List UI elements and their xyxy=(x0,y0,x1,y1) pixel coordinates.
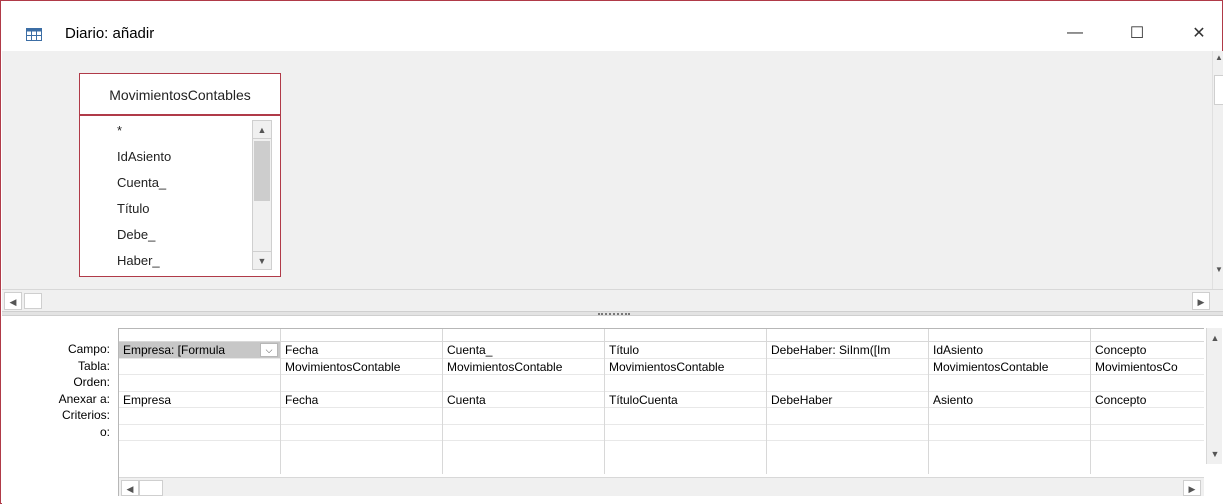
row-label-campo: Campo: xyxy=(67,342,110,356)
grid-cell-campo[interactable]: Fecha xyxy=(281,342,442,359)
row-label-anexar: Anexar a: xyxy=(58,391,110,406)
grid-cell-anexar[interactable]: TítuloCuenta xyxy=(605,392,766,408)
row-label-o: o: xyxy=(99,424,110,439)
grid-column[interactable]: IdAsiento MovimientosContable Asiento xyxy=(929,329,1091,474)
table-name[interactable]: MovimientosContables xyxy=(80,74,280,116)
field-list-scrollbar[interactable]: ▲ ▼ xyxy=(252,120,272,270)
grid-cell-criterios[interactable] xyxy=(443,408,604,425)
grid-cell-anexar[interactable]: Asiento xyxy=(929,392,1090,408)
grid-cell-o[interactable] xyxy=(119,425,280,441)
grid-column[interactable]: Empresa: [Formula ⌵ Empresa xyxy=(119,329,281,474)
scroll-left-icon[interactable]: ◀ xyxy=(4,292,22,310)
grid-vertical-scrollbar[interactable]: ▲ ▼ xyxy=(1206,328,1222,464)
grid-cell-criterios[interactable] xyxy=(605,408,766,425)
scroll-left-icon[interactable]: ◀ xyxy=(121,480,139,496)
grid-cell-orden[interactable] xyxy=(1091,375,1204,392)
grid-cell-orden[interactable] xyxy=(767,375,928,392)
grid-column[interactable]: Concepto MovimientosCo Concepto xyxy=(1091,329,1204,474)
grid-cell-orden[interactable] xyxy=(605,375,766,392)
grid-cell-criterios[interactable] xyxy=(767,408,928,425)
grid-cell-campo[interactable]: IdAsiento xyxy=(929,342,1090,359)
grid-cell-orden[interactable] xyxy=(281,375,442,392)
grid-cell-o[interactable] xyxy=(767,425,928,441)
grid-cell-o[interactable] xyxy=(605,425,766,441)
grid-cell-o[interactable] xyxy=(281,425,442,441)
grid-cell-campo[interactable]: DebeHaber: SiInm([Im xyxy=(767,342,928,359)
splitter-grip-icon[interactable] xyxy=(598,313,630,315)
grid-cell-anexar[interactable]: Concepto xyxy=(1091,392,1204,408)
title-bar[interactable]: Diario: añadir — ☐ ✕ xyxy=(1,1,1222,51)
field-item[interactable]: Título xyxy=(80,196,252,222)
grid-column[interactable]: Fecha MovimientosContable Fecha xyxy=(281,329,443,474)
scroll-up-icon[interactable]: ▲ xyxy=(1213,53,1223,69)
row-label-tabla: Tabla: xyxy=(77,358,110,373)
grid-cell-criterios[interactable] xyxy=(281,408,442,425)
grid-cell-orden[interactable] xyxy=(443,375,604,392)
table-field-list[interactable]: MovimientosContables * IdAsiento Cuenta_… xyxy=(79,73,281,277)
grid-cell-tabla[interactable]: MovimientosContable xyxy=(929,359,1090,375)
scroll-thumb[interactable] xyxy=(24,293,42,309)
scroll-up-icon[interactable]: ▲ xyxy=(1207,330,1223,346)
grid-column[interactable]: Cuenta_ MovimientosContable Cuenta xyxy=(443,329,605,474)
grid-cell-orden[interactable] xyxy=(119,375,280,392)
grid-cell-tabla[interactable]: MovimientosContable xyxy=(605,359,766,375)
grid-cell-criterios[interactable] xyxy=(1091,408,1204,425)
row-label-criterios: Criterios: xyxy=(61,408,110,422)
window-title: Diario: añadir xyxy=(65,25,155,42)
scroll-right-icon[interactable]: ▶ xyxy=(1183,480,1201,496)
field-item[interactable]: IdAsiento xyxy=(80,144,252,170)
field-list: * IdAsiento Cuenta_ Título Debe_ Haber_ xyxy=(80,118,252,274)
scroll-down-icon[interactable]: ▼ xyxy=(1213,265,1223,281)
grid-cell-anexar[interactable]: Empresa xyxy=(119,392,280,408)
grid-cell-anexar[interactable]: Fecha xyxy=(281,392,442,408)
grid-horizontal-scrollbar[interactable]: ◀ ▶ xyxy=(119,477,1204,496)
grid-cell-anexar[interactable]: Cuenta xyxy=(443,392,604,408)
grid-cell-campo[interactable]: Título xyxy=(605,342,766,359)
scroll-right-icon[interactable]: ▶ xyxy=(1192,292,1210,310)
grid-cell-tabla[interactable] xyxy=(119,359,280,375)
scroll-down-icon[interactable]: ▼ xyxy=(1207,446,1223,462)
field-item[interactable]: * xyxy=(80,118,252,144)
grid-cell-tabla[interactable] xyxy=(767,359,928,375)
grid-column[interactable]: Título MovimientosContable TítuloCuenta xyxy=(605,329,767,474)
grid-cell-criterios[interactable] xyxy=(119,408,280,425)
table-pane-vertical-scrollbar[interactable]: ▲ ▼ xyxy=(1212,51,1223,291)
grid-cell-o[interactable] xyxy=(1091,425,1204,441)
design-grid-pane: Campo: Tabla: Orden: Anexar a: Criterios… xyxy=(2,316,1223,504)
grid-cell-tabla[interactable]: MovimientosContable xyxy=(281,359,442,375)
grid-cell-campo[interactable]: Concepto xyxy=(1091,342,1204,359)
field-item[interactable]: Debe_ xyxy=(80,222,252,248)
query-design-grid[interactable]: Empresa: [Formula ⌵ Empresa Fecha Movimi… xyxy=(118,328,1204,496)
grid-cell-campo[interactable]: Empresa: [Formula xyxy=(119,342,280,359)
chevron-down-icon[interactable]: ⌵ xyxy=(260,343,278,357)
scroll-thumb[interactable] xyxy=(139,480,163,496)
query-designer-window: Diario: añadir — ☐ ✕ MovimientosContable… xyxy=(0,0,1223,504)
field-item[interactable]: Haber_ xyxy=(80,248,252,274)
grid-column[interactable]: DebeHaber: SiInm([Im DebeHaber xyxy=(767,329,929,474)
scroll-thumb[interactable] xyxy=(1214,75,1223,105)
maximize-button[interactable]: ☐ xyxy=(1114,15,1160,51)
grid-cell-tabla[interactable]: MovimientosContable xyxy=(443,359,604,375)
grid-cell-orden[interactable] xyxy=(929,375,1090,392)
scroll-thumb[interactable] xyxy=(254,141,270,201)
table-pane[interactable]: MovimientosContables * IdAsiento Cuenta_… xyxy=(2,51,1223,311)
table-pane-horizontal-scrollbar[interactable]: ◀ ▶ xyxy=(2,289,1223,311)
grid-cell-campo[interactable]: Cuenta_ xyxy=(443,342,604,359)
scroll-down-icon[interactable]: ▼ xyxy=(253,251,271,269)
grid-cell-tabla[interactable]: MovimientosCo xyxy=(1091,359,1204,375)
grid-cell-anexar[interactable]: DebeHaber xyxy=(767,392,928,408)
field-item[interactable]: Cuenta_ xyxy=(80,170,252,196)
close-button[interactable]: ✕ xyxy=(1176,15,1222,51)
row-labels: Campo: Tabla: Orden: Anexar a: Criterios… xyxy=(2,341,114,440)
grid-cell-o[interactable] xyxy=(929,425,1090,441)
scroll-up-icon[interactable]: ▲ xyxy=(253,121,271,139)
minimize-button[interactable]: — xyxy=(1052,15,1098,51)
query-icon xyxy=(26,28,42,41)
row-label-orden: Orden: xyxy=(73,375,110,389)
grid-cell-criterios[interactable] xyxy=(929,408,1090,425)
grid-cell-o[interactable] xyxy=(443,425,604,441)
